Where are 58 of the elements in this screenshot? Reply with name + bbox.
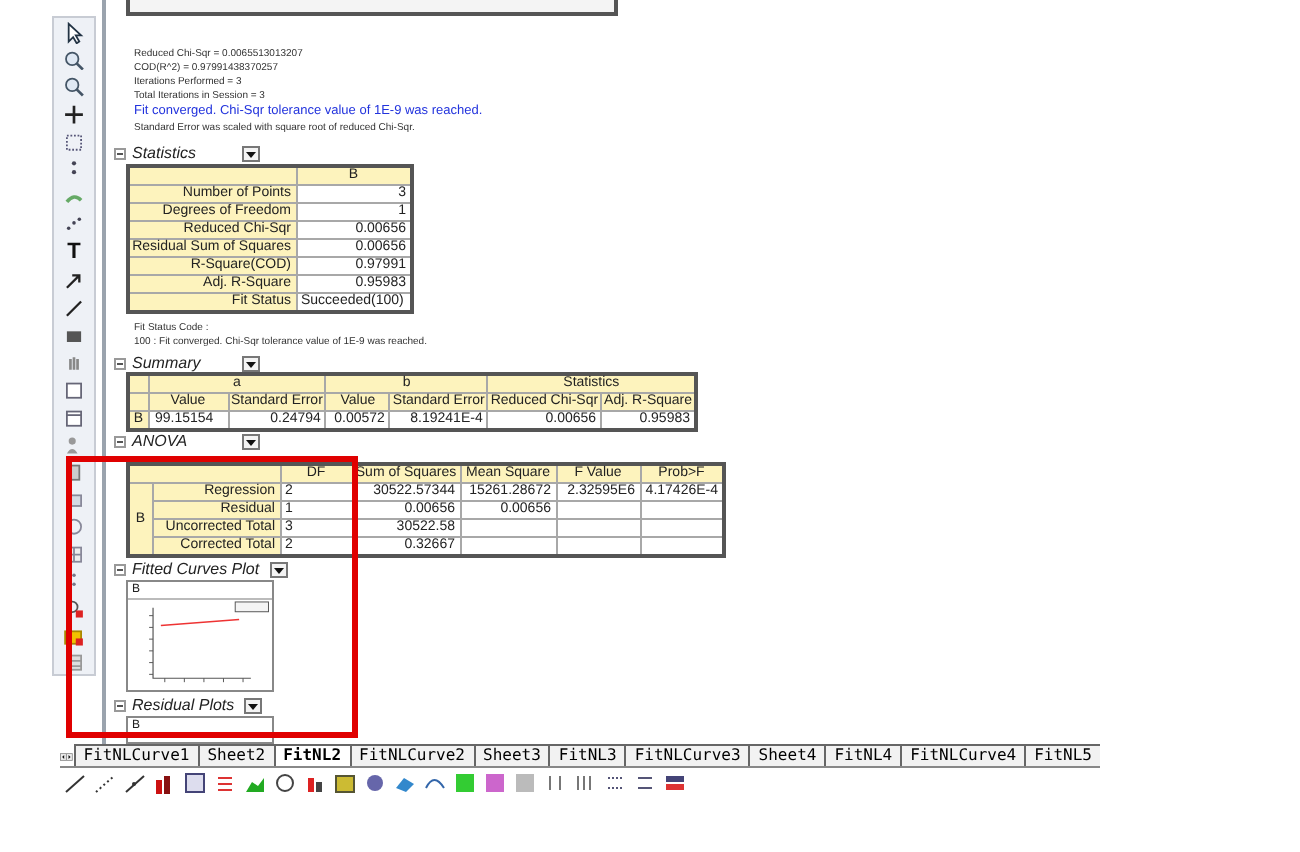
section-title: Statistics: [132, 144, 199, 164]
sheet-tab[interactable]: Sheet4: [748, 744, 825, 766]
text-tool[interactable]: T: [67, 240, 81, 265]
dropdown-button[interactable]: [242, 356, 260, 372]
selection-icon[interactable]: [62, 131, 86, 153]
crosshair-icon[interactable]: [62, 103, 86, 126]
dropdown-button[interactable]: [244, 698, 263, 714]
zoom-out-icon[interactable]: [62, 76, 86, 98]
collapse-icon[interactable]: [114, 436, 126, 448]
scatter-icon[interactable]: [62, 213, 86, 235]
box-icon[interactable]: [334, 771, 356, 793]
table-cell: [128, 393, 148, 411]
section-title: Residual Plots: [132, 696, 237, 716]
caret-icon: [248, 703, 259, 709]
arrow-icon[interactable]: [62, 270, 86, 292]
caret-icon: [273, 567, 284, 573]
sheet-tab[interactable]: FitNLCurve3: [624, 744, 749, 766]
sheet-tab[interactable]: Sheet3: [473, 744, 549, 766]
collapse-icon[interactable]: [114, 148, 126, 160]
dotted-line-icon[interactable]: [94, 771, 116, 793]
sheet-tab[interactable]: FitNL2: [273, 744, 350, 766]
dropdown-button[interactable]: [269, 562, 288, 578]
sheet-tab[interactable]: FitNLCurve2: [349, 744, 473, 766]
columns-icon[interactable]: [544, 771, 566, 793]
stack-icon[interactable]: [664, 771, 686, 793]
dropdown-button[interactable]: [242, 434, 260, 450]
sheet-tab[interactable]: FitNL3: [548, 744, 625, 766]
collapse-icon[interactable]: [114, 700, 126, 712]
section-title: Fitted Curves Plot: [132, 560, 262, 580]
section-title: Summary: [132, 354, 203, 374]
caret-icon: [246, 439, 256, 445]
collapse-icon[interactable]: [114, 358, 126, 370]
sphere-icon[interactable]: [364, 771, 386, 793]
sheet-tab[interactable]: Sheet2: [197, 744, 274, 766]
rectangle-icon[interactable]: [62, 325, 86, 347]
dropdown-button[interactable]: [242, 146, 260, 162]
rows-icon[interactable]: [604, 771, 626, 793]
sheet-tab[interactable]: FitNLCurve4: [900, 744, 1025, 766]
pointer-icon[interactable]: [62, 22, 86, 44]
collapse-icon[interactable]: [114, 564, 126, 576]
line-icon[interactable]: [64, 771, 86, 793]
section-title: ANOVA: [132, 432, 190, 452]
rows-icon[interactable]: [634, 771, 656, 793]
table-cell: [128, 374, 148, 393]
sheet-tab[interactable]: FitNL5: [1024, 744, 1100, 766]
columns-icon[interactable]: [574, 771, 596, 793]
bar-chart-icon[interactable]: [154, 771, 176, 793]
scroll-right-icon[interactable]: [66, 748, 74, 766]
sheet-tab[interactable]: FitNL4: [824, 744, 901, 766]
sheet-tab[interactable]: FitNLCurve1: [73, 744, 198, 766]
caret-icon: [246, 151, 256, 157]
line-icon[interactable]: [62, 297, 86, 320]
line-icon[interactable]: [124, 771, 146, 793]
zoom-in-icon[interactable]: [62, 49, 86, 71]
pie-icon[interactable]: [274, 771, 296, 793]
window-icon[interactable]: [62, 379, 86, 402]
window-icon[interactable]: [62, 407, 86, 429]
caret-icon: [246, 361, 256, 367]
